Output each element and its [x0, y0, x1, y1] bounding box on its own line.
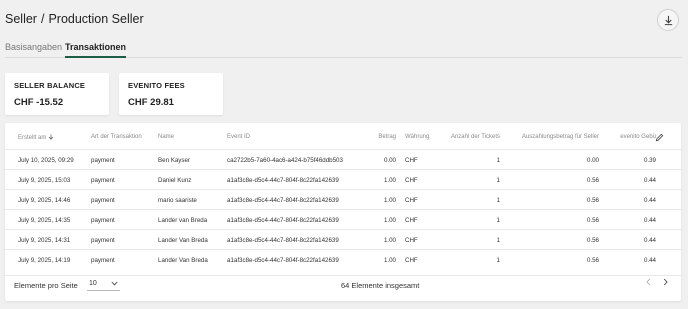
cell-name: Lander Van Breda — [158, 257, 208, 264]
cell-date: July 9, 2025, 14:31 — [18, 237, 71, 244]
cell-waehrung: CHF — [405, 257, 418, 264]
cell-auszahlung: 0.56 — [586, 257, 599, 264]
cell-art: payment — [91, 157, 115, 164]
cell-anzahl: 1 — [496, 257, 500, 264]
per-page-value: 10 — [89, 280, 97, 287]
table-row[interactable]: July 9, 2025, 14:46 payment mario saaris… — [5, 189, 681, 209]
breadcrumb: Seller / Production Seller — [5, 12, 144, 26]
table-row[interactable]: July 9, 2025, 14:35 payment Lander van B… — [5, 209, 681, 229]
table-footer: Elemente pro Seite 10 64 Elemente insges… — [5, 275, 681, 295]
cell-waehrung: CHF — [405, 197, 418, 204]
cell-event-id: a1af3c8e-d5c4-44c7-804f-8c22fa142639 — [227, 197, 339, 204]
cell-fees: 0.44 — [643, 237, 656, 244]
total-count: 64 Elemente insgesamt — [341, 281, 420, 290]
cell-waehrung: CHF — [405, 237, 418, 244]
pencil-icon — [655, 133, 664, 142]
cell-date: July 9, 2025, 14:46 — [18, 197, 71, 204]
cell-fees: 0.44 — [643, 177, 656, 184]
cell-event-id: a1af3c8e-d5c4-44c7-804f-8c22fa142639 — [227, 217, 339, 224]
cell-auszahlung: 0.56 — [586, 177, 599, 184]
cell-art: payment — [91, 257, 115, 264]
cell-betrag: 1.00 — [383, 197, 396, 204]
cell-name: Ben Kayser — [158, 157, 190, 164]
cell-event-id: ca2722b5-7a60-4ac6-a424-b75f46ddb503 — [227, 157, 343, 164]
breadcrumb-separator: / — [40, 12, 45, 26]
cell-fees: 0.44 — [643, 257, 656, 264]
table-row[interactable]: July 9, 2025, 15:03 payment Daniel Kunz … — [5, 169, 681, 189]
cell-anzahl: 1 — [496, 237, 500, 244]
page-title: Production Seller — [48, 12, 144, 26]
card-label: SELLER BALANCE — [14, 81, 86, 90]
per-page-label: Elemente pro Seite — [14, 281, 78, 290]
cell-event-id: a1af3c8e-d5c4-44c7-804f-8c22fa142639 — [227, 237, 339, 244]
cell-waehrung: CHF — [405, 157, 418, 164]
card-label: EVENITO FEES — [128, 81, 185, 90]
cell-anzahl: 1 — [496, 157, 500, 164]
cell-name: Lander Van Breda — [158, 237, 208, 244]
transactions-table: Erstellt am Art der Transaktion Name Eve… — [5, 123, 681, 301]
pagination — [645, 278, 669, 286]
cell-date: July 10, 2025, 09:29 — [18, 157, 74, 164]
cell-event-id: a1af3c8e-d5c4-44c7-804f-8c22fa142639 — [227, 177, 339, 184]
cell-auszahlung: 0.56 — [586, 197, 599, 204]
tab-basisangaben[interactable]: Basisangaben — [5, 42, 62, 56]
cell-name: Lander van Breda — [158, 217, 208, 224]
seller-balance-card: SELLER BALANCE CHF -15.52 — [5, 73, 109, 115]
cell-art: payment — [91, 217, 115, 224]
card-value: CHF 29.81 — [128, 97, 174, 108]
cell-auszahlung: 0.56 — [586, 237, 599, 244]
cell-date: July 9, 2025, 15:03 — [18, 177, 71, 184]
column-header-anzahl[interactable]: Anzahl der Tickets — [451, 134, 500, 140]
breadcrumb-parent[interactable]: Seller — [5, 12, 37, 26]
cell-date: July 9, 2025, 14:35 — [18, 217, 71, 224]
cell-fees: 0.39 — [643, 157, 656, 164]
cell-betrag: 1.00 — [383, 217, 396, 224]
chevron-left-icon[interactable] — [645, 278, 652, 286]
chevron-right-icon[interactable] — [662, 278, 669, 286]
cell-betrag: 0.00 — [383, 157, 396, 164]
chevron-down-icon — [111, 281, 118, 286]
column-header-date[interactable]: Erstellt am — [18, 134, 54, 141]
cell-date: July 9, 2025, 14:19 — [18, 257, 71, 264]
cell-fees: 0.44 — [643, 197, 656, 204]
table-header: Erstellt am Art der Transaktion Name Eve… — [5, 133, 681, 146]
cell-art: payment — [91, 177, 115, 184]
table-row[interactable]: July 9, 2025, 14:19 payment Lander Van B… — [5, 249, 681, 269]
column-header-auszahlung[interactable]: Auszahlungsbetrag für Seller — [522, 134, 599, 140]
cell-betrag: 1.00 — [383, 237, 396, 244]
tab-transaktionen[interactable]: Transaktionen — [65, 42, 127, 58]
cell-art: payment — [91, 197, 115, 204]
cell-fees: 0.44 — [643, 217, 656, 224]
column-header-fees[interactable]: evenito Gebü — [620, 134, 656, 140]
cell-waehrung: CHF — [405, 177, 418, 184]
cell-betrag: 1.00 — [383, 257, 396, 264]
column-header-event-id[interactable]: Event ID — [227, 134, 250, 140]
column-header-name[interactable]: Name — [158, 134, 174, 140]
cell-event-id: a1af3c8e-d5c4-44c7-804f-8c22fa142639 — [227, 257, 339, 264]
arrow-down-icon — [48, 134, 54, 140]
cell-betrag: 1.00 — [383, 177, 396, 184]
column-header-betrag[interactable]: Betrag — [378, 134, 396, 140]
cell-auszahlung: 0.00 — [586, 157, 599, 164]
cell-waehrung: CHF — [405, 217, 418, 224]
tab-bar: Basisangaben Transaktionen — [5, 42, 682, 58]
column-header-label: Erstellt am — [18, 135, 47, 141]
cell-anzahl: 1 — [496, 217, 500, 224]
edit-columns-button[interactable] — [655, 133, 664, 144]
per-page-select[interactable]: 10 — [87, 278, 120, 291]
cell-art: payment — [91, 237, 115, 244]
cell-name: mario saariste — [158, 197, 197, 204]
card-value: CHF -15.52 — [14, 97, 64, 108]
download-icon — [664, 15, 672, 25]
cell-auszahlung: 0.56 — [586, 217, 599, 224]
cell-name: Daniel Kunz — [158, 177, 192, 184]
evenito-fees-card: EVENITO FEES CHF 29.81 — [119, 73, 223, 115]
table-row[interactable]: July 10, 2025, 09:29 payment Ben Kayser … — [5, 149, 681, 169]
column-header-art[interactable]: Art der Transaktion — [91, 134, 142, 140]
cell-anzahl: 1 — [496, 177, 500, 184]
column-header-waehrung[interactable]: Währung — [405, 134, 429, 140]
cell-anzahl: 1 — [496, 197, 500, 204]
download-button[interactable] — [657, 9, 679, 31]
table-row[interactable]: July 9, 2025, 14:31 payment Lander Van B… — [5, 229, 681, 249]
